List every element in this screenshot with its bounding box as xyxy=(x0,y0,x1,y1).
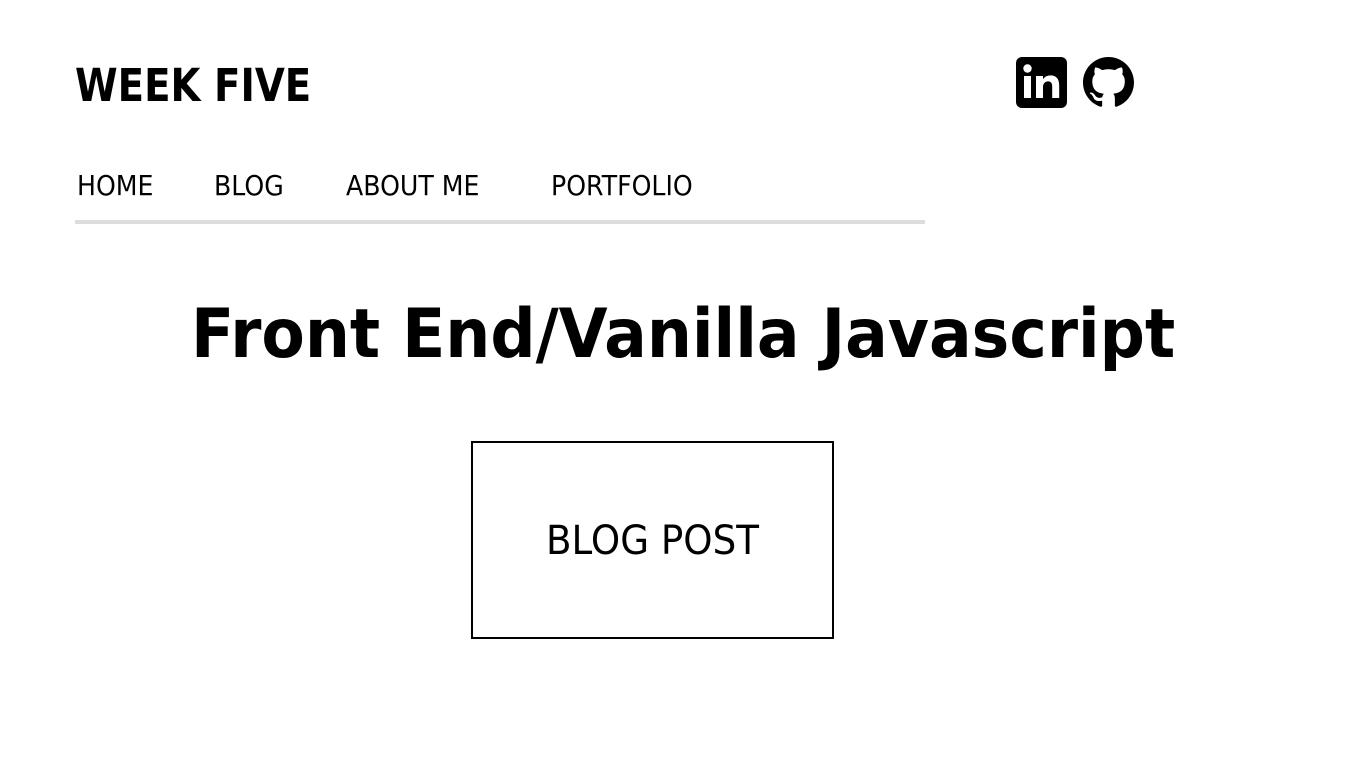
page: WEEK FIVE HOME BLOG ABOUT ME PORTFOLIO F… xyxy=(0,0,1366,768)
linkedin-icon xyxy=(1016,57,1067,108)
github-icon xyxy=(1083,57,1134,107)
linkedin-link[interactable] xyxy=(1016,57,1067,108)
main-nav: HOME BLOG ABOUT ME PORTFOLIO xyxy=(75,166,925,224)
nav-item-blog[interactable]: BLOG xyxy=(214,166,284,206)
nav-item-home[interactable]: HOME xyxy=(77,166,153,206)
github-link[interactable] xyxy=(1083,57,1134,108)
nav-item-portfolio[interactable]: PORTFOLIO xyxy=(551,166,693,206)
page-heading: Front End/Vanilla Javascript xyxy=(0,292,1366,378)
site-title: WEEK FIVE xyxy=(75,59,312,112)
page-heading-text: Front End/Vanilla Javascript xyxy=(190,295,1176,374)
social-links xyxy=(1016,57,1134,108)
nav-item-about-me[interactable]: ABOUT ME xyxy=(346,166,479,206)
blog-post-card[interactable]: BLOG POST xyxy=(471,441,834,639)
blog-post-label: BLOG POST xyxy=(546,518,759,564)
